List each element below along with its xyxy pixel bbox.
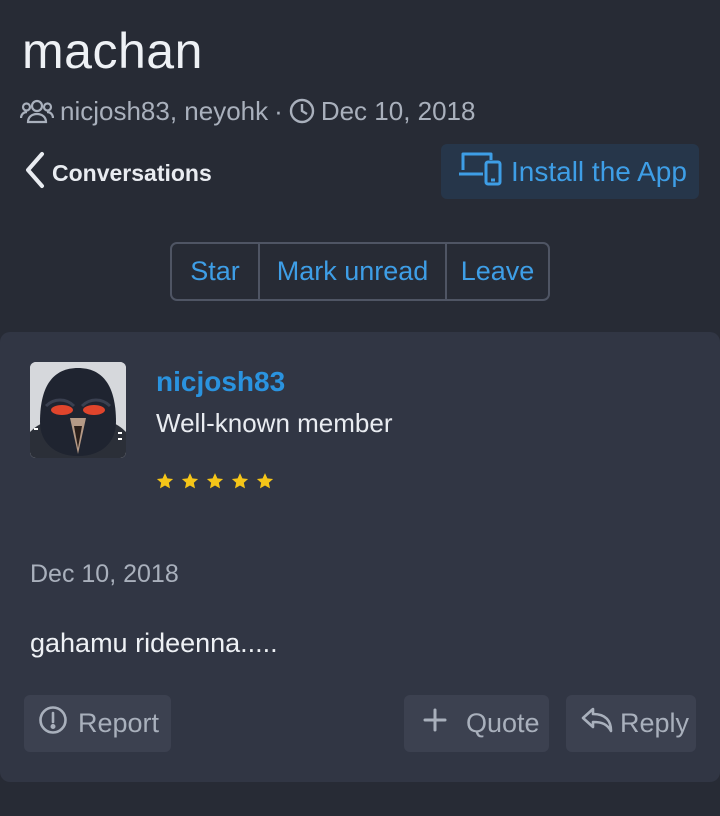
- username-link[interactable]: nicjosh83: [156, 366, 285, 398]
- conversation-date: Dec 10, 2018: [320, 95, 476, 126]
- avatar[interactable]: [30, 362, 126, 458]
- user-title: Well-known member: [156, 408, 393, 438]
- alert-circle-icon: [38, 705, 68, 742]
- conversation-meta: nicjosh83, neyohk · Dec 10, 2018: [20, 94, 475, 128]
- page-title: machan: [22, 23, 203, 79]
- chevron-left-icon: [22, 150, 48, 196]
- conversation-actions: Star Mark unread Leave: [170, 242, 550, 301]
- report-label: Report: [78, 708, 160, 738]
- message-body: gahamu rideenna.....: [30, 628, 278, 658]
- reply-label: Reply: [620, 708, 690, 738]
- reply-icon: [580, 705, 614, 742]
- users-icon: [20, 98, 54, 124]
- quote-button[interactable]: Quote: [404, 695, 549, 752]
- star-icon: [206, 473, 224, 489]
- participants[interactable]: nicjosh83, neyohk: [60, 96, 268, 127]
- star-icon: [156, 473, 174, 489]
- quote-label: Quote: [466, 708, 540, 738]
- user-rating: [156, 472, 274, 490]
- plus-icon: [422, 707, 448, 740]
- devices-icon: [457, 150, 503, 193]
- star-button[interactable]: Star: [172, 244, 258, 299]
- star-icon: [181, 473, 199, 489]
- clock-icon: [289, 98, 315, 124]
- leave-button[interactable]: Leave: [445, 244, 548, 299]
- report-button[interactable]: Report: [24, 695, 171, 752]
- star-icon: [231, 473, 249, 489]
- install-label: Install the App: [511, 155, 687, 187]
- meta-separator: ·: [274, 95, 283, 126]
- reply-button[interactable]: Reply: [566, 695, 696, 752]
- back-to-conversations[interactable]: Conversations: [22, 150, 212, 196]
- back-label: Conversations: [52, 159, 212, 186]
- star-icon: [256, 473, 274, 489]
- mark-unread-button[interactable]: Mark unread: [258, 244, 445, 299]
- message-card: nicjosh83 Well-known member Dec 10, 2018…: [0, 332, 720, 782]
- install-app-button[interactable]: Install the App: [441, 144, 699, 199]
- message-date[interactable]: Dec 10, 2018: [30, 560, 179, 589]
